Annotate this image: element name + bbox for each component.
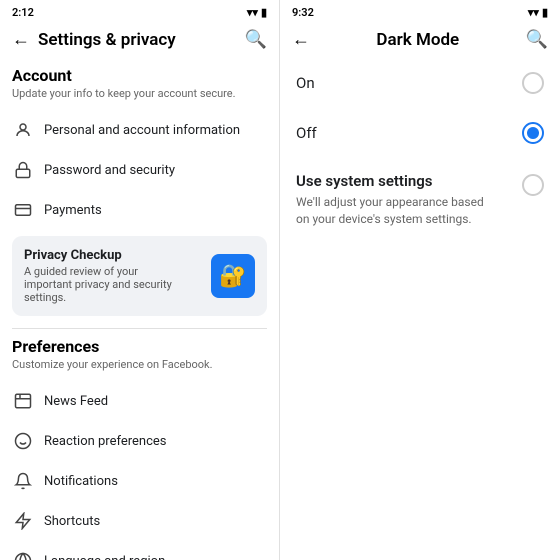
- right-status-icons: ▾▾ ▮: [528, 6, 548, 19]
- account-subtitle: Update your info to keep your account se…: [12, 87, 267, 100]
- right-status-bar: 9:32 ▾▾ ▮: [280, 0, 560, 23]
- battery-icon: ▮: [261, 6, 267, 19]
- shortcuts-label: Shortcuts: [44, 514, 100, 529]
- dark-mode-off-radio[interactable]: [522, 122, 544, 144]
- left-back-button[interactable]: ←: [12, 29, 30, 50]
- left-nav-title: Settings & privacy: [38, 30, 176, 50]
- preferences-title: Preferences: [12, 337, 267, 356]
- language-region-label: Language and region: [44, 554, 165, 560]
- language-region-item[interactable]: Language and region: [12, 541, 267, 560]
- preferences-subtitle: Customize your experience on Facebook.: [12, 358, 267, 371]
- privacy-checkup-card[interactable]: Privacy Checkup A guided review of your …: [12, 236, 267, 316]
- personal-info-icon: [12, 119, 34, 141]
- personal-info-item[interactable]: Personal and account information: [12, 110, 267, 150]
- section-divider: [12, 328, 267, 329]
- dark-mode-off-option[interactable]: Off: [280, 108, 560, 158]
- shortcuts-icon: [12, 510, 34, 532]
- payments-label: Payments: [44, 203, 102, 218]
- wifi-icon: ▾▾: [247, 6, 258, 19]
- use-system-title: Use system settings: [296, 172, 496, 190]
- left-nav-left: ← Settings & privacy: [12, 29, 176, 50]
- reaction-prefs-icon: [12, 430, 34, 452]
- password-security-label: Password and security: [44, 163, 175, 178]
- news-feed-icon: [12, 390, 34, 412]
- right-back-button[interactable]: ←: [292, 29, 310, 50]
- left-time: 2:12: [12, 6, 34, 19]
- left-panel: 2:12 ▾▾ ▮ ← Settings & privacy 🔍 Account…: [0, 0, 280, 560]
- right-search-button[interactable]: 🔍: [526, 29, 548, 50]
- right-wifi-icon: ▾▾: [528, 6, 539, 19]
- privacy-card-desc: A guided review of your important privac…: [24, 265, 174, 304]
- use-system-desc: We'll adjust your appearance based on yo…: [296, 194, 496, 228]
- privacy-card-icon: 🔐: [211, 254, 255, 298]
- shortcuts-item[interactable]: Shortcuts: [12, 501, 267, 541]
- left-status-icons: ▾▾ ▮: [247, 6, 267, 19]
- right-nav-bar: ← Dark Mode 🔍: [280, 23, 560, 58]
- password-security-icon: [12, 159, 34, 181]
- payments-icon: [12, 199, 34, 221]
- payments-item[interactable]: Payments: [12, 190, 267, 230]
- right-panel: 9:32 ▾▾ ▮ ← Dark Mode 🔍 On Off Use syste…: [280, 0, 560, 560]
- dark-mode-on-label: On: [296, 74, 315, 92]
- left-search-button[interactable]: 🔍: [245, 29, 267, 50]
- news-feed-label: News Feed: [44, 394, 108, 409]
- use-system-header: Use system settings We'll adjust your ap…: [296, 172, 544, 228]
- use-system-block: Use system settings We'll adjust your ap…: [280, 158, 560, 232]
- use-system-text: Use system settings We'll adjust your ap…: [296, 172, 496, 228]
- use-system-radio[interactable]: [522, 174, 544, 196]
- dark-mode-on-radio[interactable]: [522, 72, 544, 94]
- personal-info-label: Personal and account information: [44, 123, 240, 138]
- account-title: Account: [12, 66, 267, 85]
- right-time: 9:32: [292, 6, 314, 19]
- notifications-item[interactable]: Notifications: [12, 461, 267, 501]
- dark-mode-off-label: Off: [296, 124, 317, 142]
- dark-mode-on-option[interactable]: On: [280, 58, 560, 108]
- left-status-bar: 2:12 ▾▾ ▮: [0, 0, 279, 23]
- right-nav-title: Dark Mode: [376, 30, 459, 50]
- notifications-label: Notifications: [44, 474, 118, 489]
- reaction-prefs-label: Reaction preferences: [44, 434, 167, 449]
- privacy-card-title: Privacy Checkup: [24, 248, 174, 263]
- language-region-icon: [12, 550, 34, 560]
- radio-inner-dot: [527, 127, 539, 139]
- left-content: Account Update your info to keep your ac…: [0, 58, 279, 560]
- left-nav-bar: ← Settings & privacy 🔍: [0, 23, 279, 58]
- privacy-card-text: Privacy Checkup A guided review of your …: [24, 248, 174, 304]
- password-security-item[interactable]: Password and security: [12, 150, 267, 190]
- reaction-prefs-item[interactable]: Reaction preferences: [12, 421, 267, 461]
- news-feed-item[interactable]: News Feed: [12, 381, 267, 421]
- right-battery-icon: ▮: [542, 6, 548, 19]
- notifications-icon: [12, 470, 34, 492]
